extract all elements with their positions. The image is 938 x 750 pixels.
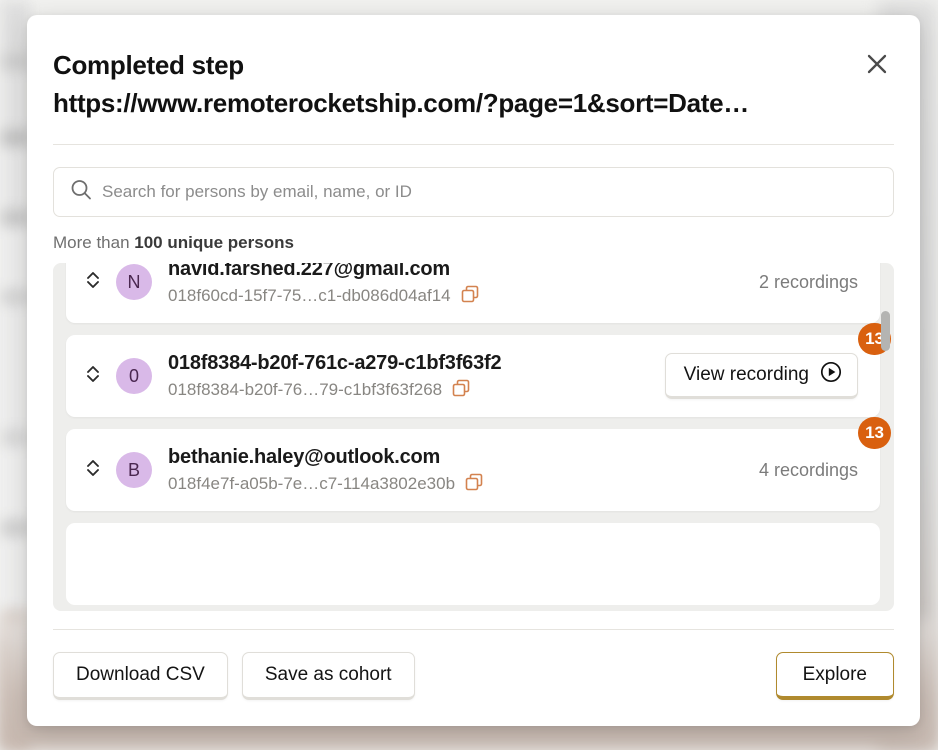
search-input[interactable] bbox=[53, 167, 894, 218]
persons-list: N navid.farshed.227@gmail.com 018f60cd-1… bbox=[66, 263, 891, 606]
search-container bbox=[53, 167, 894, 218]
table-row[interactable]: N navid.farshed.227@gmail.com 018f60cd-1… bbox=[66, 263, 880, 324]
avatar: N bbox=[116, 264, 152, 301]
table-row-partial[interactable] bbox=[66, 523, 880, 606]
row-sort-handle[interactable] bbox=[80, 363, 106, 390]
copy-icon[interactable] bbox=[464, 472, 484, 497]
person-info: 018f8384-b20f-761c-a279-c1bf3f63f2 018f8… bbox=[168, 350, 655, 403]
view-recording-label: View recording bbox=[683, 364, 809, 386]
count-value: 100 unique persons bbox=[134, 233, 294, 253]
download-csv-button[interactable]: Download CSV bbox=[53, 652, 228, 700]
dialog-title-line1: Completed step bbox=[53, 50, 244, 80]
person-id-row: 018f4e7f-a05b-7e…c7-114a3802e30b bbox=[168, 472, 743, 497]
completed-step-dialog: Completed step https://www.remoterockets… bbox=[27, 15, 920, 726]
person-id-row: 018f8384-b20f-76…79-c1bf3f63f268 bbox=[168, 378, 655, 403]
person-id: 018f4e7f-a05b-7e…c7-114a3802e30b bbox=[168, 474, 456, 494]
play-circle-icon bbox=[820, 361, 842, 389]
persons-list-scrollbar[interactable] bbox=[881, 269, 890, 605]
chevron-updown-icon bbox=[85, 269, 101, 296]
dialog-body: More than 100 unique persons bbox=[27, 145, 920, 611]
close-button[interactable] bbox=[860, 47, 894, 81]
person-id: 018f8384-b20f-76…79-c1bf3f63f268 bbox=[168, 380, 443, 400]
persons-list-scroll: N navid.farshed.227@gmail.com 018f60cd-1… bbox=[53, 263, 894, 611]
count-prefix: More than bbox=[53, 233, 135, 253]
explore-button[interactable]: Explore bbox=[775, 652, 894, 700]
persons-list-container: N navid.farshed.227@gmail.com 018f60cd-1… bbox=[53, 263, 894, 611]
avatar: 0 bbox=[116, 358, 152, 395]
person-info: bethanie.haley@outlook.com 018f4e7f-a05b… bbox=[168, 444, 743, 497]
copy-icon[interactable] bbox=[460, 284, 480, 309]
save-as-cohort-button[interactable]: Save as cohort bbox=[241, 652, 415, 700]
avatar: B bbox=[116, 452, 152, 489]
scrollbar-thumb[interactable] bbox=[881, 311, 890, 352]
dialog-footer: Download CSV Save as cohort Explore bbox=[27, 630, 920, 726]
person-name: 018f8384-b20f-761c-a279-c1bf3f63f2 bbox=[168, 351, 502, 374]
person-id: 018f60cd-15f7-75…c1-db086d04af14 bbox=[168, 286, 451, 306]
chevron-updown-icon bbox=[85, 363, 101, 390]
close-icon bbox=[866, 53, 888, 75]
person-info: navid.farshed.227@gmail.com 018f60cd-15f… bbox=[168, 263, 743, 309]
person-id-row: 018f60cd-15f7-75…c1-db086d04af14 bbox=[168, 284, 743, 309]
recordings-count: 4 recordings bbox=[758, 459, 858, 480]
recordings-count: 2 recordings bbox=[758, 271, 858, 292]
view-recording-button[interactable]: View recording bbox=[664, 353, 858, 400]
unique-persons-count: More than 100 unique persons bbox=[53, 233, 894, 253]
person-name: bethanie.haley@outlook.com bbox=[168, 445, 441, 468]
dialog-header: Completed step https://www.remoterockets… bbox=[27, 15, 920, 122]
table-row[interactable]: 13 0 018f8384-b20f-761c-a279-c1bf3f63f2 … bbox=[66, 323, 891, 418]
dialog-title: Completed step https://www.remoterockets… bbox=[53, 47, 863, 122]
table-row[interactable]: 13 B bethanie.haley@outlook.com 018f4e7f… bbox=[66, 417, 891, 512]
copy-icon[interactable] bbox=[451, 378, 471, 403]
dialog-title-url: https://www.remoterocketship.com/?page=1… bbox=[53, 87, 750, 118]
row-sort-handle[interactable] bbox=[80, 269, 106, 296]
chevron-updown-icon bbox=[85, 457, 101, 484]
row-sort-handle[interactable] bbox=[80, 457, 106, 484]
person-name: navid.farshed.227@gmail.com bbox=[168, 263, 450, 280]
